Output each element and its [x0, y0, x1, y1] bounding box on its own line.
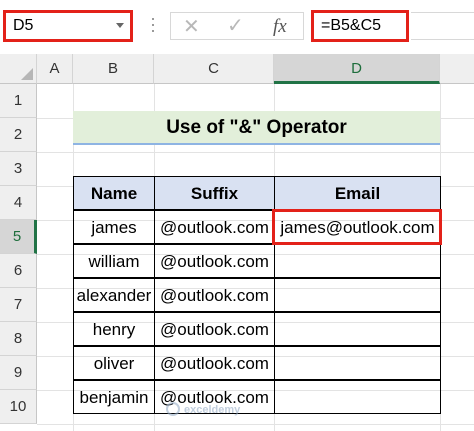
cell-suffix[interactable]: @outlook.com [154, 346, 275, 380]
formula-input[interactable]: =B5&C5 [311, 10, 409, 42]
formula-input-extension[interactable] [411, 12, 474, 40]
close-icon[interactable]: ✕ [183, 15, 200, 39]
column-header-e[interactable] [440, 54, 474, 84]
gridline [37, 152, 474, 153]
sheet-title[interactable]: Use of "&" Operator [73, 111, 440, 145]
row-header-6[interactable]: 6 [0, 254, 37, 288]
exceldemy-logo-icon [166, 402, 180, 416]
row-header-8[interactable]: 8 [0, 322, 37, 356]
column-header-b[interactable]: B [73, 54, 154, 84]
cell-name[interactable]: oliver [73, 346, 155, 380]
name-box[interactable]: D5 [3, 10, 133, 42]
row-header-10[interactable]: 10 [0, 390, 37, 424]
cell-email[interactable] [274, 244, 441, 278]
cell-name[interactable]: henry [73, 312, 155, 346]
row-header-5[interactable]: 5 [0, 220, 37, 254]
row-header-4[interactable]: 4 [0, 186, 37, 220]
name-box-value: D5 [13, 17, 34, 34]
select-all-corner[interactable] [0, 54, 37, 84]
header-email[interactable]: Email [274, 176, 441, 210]
cell-email[interactable] [274, 380, 441, 414]
watermark: exceldemy [184, 404, 241, 416]
row-header-2[interactable]: 2 [0, 118, 37, 152]
formula-controls: ✕ ✓ fx [170, 12, 304, 40]
active-cell-highlight [272, 209, 442, 245]
cell-name[interactable]: alexander [73, 278, 155, 312]
cell-email[interactable] [274, 278, 441, 312]
cell-suffix[interactable]: @outlook.com [154, 278, 275, 312]
formula-text: =B5&C5 [321, 17, 382, 34]
cell-name[interactable]: william [73, 244, 155, 278]
column-header-d[interactable]: D [274, 54, 440, 84]
gridline [37, 424, 474, 425]
row-header-1[interactable]: 1 [0, 84, 37, 118]
formula-bar-grip-icon [150, 12, 156, 38]
cell-name[interactable]: james [73, 210, 155, 244]
formula-bar: D5 ✕ ✓ fx =B5&C5 [0, 0, 474, 50]
row-header-3[interactable]: 3 [0, 152, 37, 186]
column-header-a[interactable]: A [37, 54, 73, 84]
header-suffix[interactable]: Suffix [154, 176, 275, 210]
cell-email[interactable] [274, 346, 441, 380]
cell-suffix[interactable]: @outlook.com [154, 210, 275, 244]
check-icon[interactable]: ✓ [227, 14, 244, 38]
fx-icon[interactable]: fx [273, 15, 287, 39]
column-header-c[interactable]: C [154, 54, 274, 84]
cell-suffix[interactable]: @outlook.com [154, 312, 275, 346]
row-header-9[interactable]: 9 [0, 356, 37, 390]
header-name[interactable]: Name [73, 176, 155, 210]
select-all-icon [21, 68, 33, 80]
cell-email[interactable] [274, 312, 441, 346]
row-header-7[interactable]: 7 [0, 288, 37, 322]
cell-suffix[interactable]: @outlook.com [154, 244, 275, 278]
cell-name[interactable]: benjamin [73, 380, 155, 414]
chevron-down-icon[interactable] [116, 23, 124, 28]
